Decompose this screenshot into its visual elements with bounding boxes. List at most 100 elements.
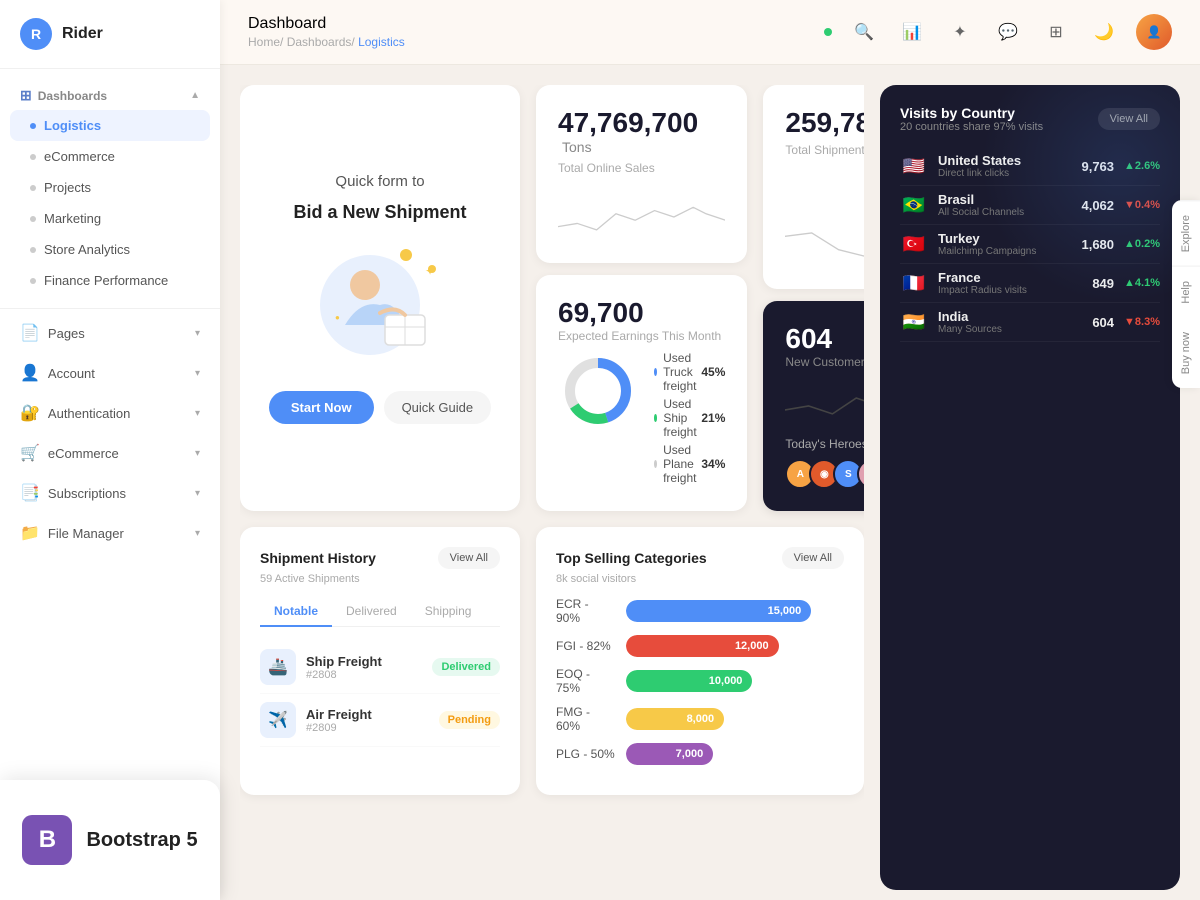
country-row: 🇺🇸 United States Direct link clicks 9,76…: [900, 147, 1160, 186]
chevron-up-icon: ▲: [190, 90, 200, 101]
earnings-label: Expected Earnings This Month: [558, 329, 725, 343]
side-tabs: Explore Help Buy now: [1172, 200, 1200, 388]
visits-title: Visits by Country: [900, 105, 1043, 121]
bar-fill: 12,000: [626, 635, 779, 657]
country-source: Impact Radius visits: [938, 285, 1027, 296]
sidebar-item-marketing[interactable]: Marketing: [0, 203, 220, 234]
shipment-tabs: Notable Delivered Shipping: [260, 597, 500, 627]
sidebar-logo[interactable]: R Rider: [0, 0, 220, 69]
illustration-svg: ✦ ●: [310, 245, 450, 365]
country-source: All Social Channels: [938, 207, 1024, 218]
bar-value: 10,000: [709, 675, 743, 687]
content-area: Quick form to Bid a New Shipment: [220, 65, 1200, 900]
sidebar-item-logistics[interactable]: Logistics: [10, 110, 210, 141]
grid-icon[interactable]: ⊞: [1040, 16, 1072, 48]
ship-dot: [654, 414, 657, 422]
shipment-item-name: Ship Freight: [306, 654, 382, 669]
breadcrumb: Home/ Dashboards/ Logistics: [248, 35, 405, 49]
bar-fill: 8,000: [626, 708, 724, 730]
country-flag: 🇺🇸: [900, 156, 928, 176]
chat-icon[interactable]: 💬: [992, 16, 1024, 48]
sidebar-item-pages[interactable]: 📄 Pages ▾: [0, 313, 220, 353]
earnings-content: Used Truck freight 45% Used Ship freight: [558, 351, 725, 489]
help-tab[interactable]: Help: [1172, 266, 1200, 318]
country-flag: 🇫🇷: [900, 273, 928, 293]
buy-now-tab[interactable]: Buy now: [1172, 318, 1200, 388]
country-visits: 1,680: [1081, 237, 1114, 252]
sidebar-item-account[interactable]: 👤 Account ▾: [0, 353, 220, 393]
sidebar-item-store-analytics[interactable]: Store Analytics: [0, 234, 220, 265]
active-dot-icon: [30, 123, 36, 129]
dot-icon: [30, 154, 36, 160]
search-icon[interactable]: 🔍: [848, 16, 880, 48]
categories-header: Top Selling Categories View All: [556, 547, 844, 569]
tab-delivered[interactable]: Delivered: [332, 597, 411, 627]
dark-mode-icon[interactable]: 🌙: [1088, 16, 1120, 48]
header: Dashboard Home/ Dashboards/ Logistics 🔍 …: [220, 0, 1200, 65]
sidebar-item-ecommerce-nav[interactable]: 🛒 eCommerce ▾: [0, 433, 220, 473]
sidebar-item-projects[interactable]: Projects: [0, 172, 220, 203]
quick-form-buttons: Start Now Quick Guide: [269, 391, 491, 424]
bar-track: 12,000: [626, 635, 844, 657]
explore-tab[interactable]: Explore: [1172, 200, 1200, 266]
dashboards-group[interactable]: ⊞ Dashboards ▲: [0, 77, 220, 110]
chevron-icon: ▾: [195, 368, 200, 379]
sidebar-item-ecommerce[interactable]: eCommerce: [0, 141, 220, 172]
page-title: Dashboard: [248, 15, 405, 33]
bar-track: 7,000: [626, 743, 844, 765]
bar-fill: 7,000: [626, 743, 713, 765]
shipment-status-1: Delivered: [432, 658, 500, 676]
sidebar-item-authentication[interactable]: 🔐 Authentication ▾: [0, 393, 220, 433]
bar-fill: 10,000: [626, 670, 752, 692]
shipment-view-all-button[interactable]: View All: [438, 547, 500, 569]
content-left: Quick form to Bid a New Shipment: [240, 85, 864, 890]
settings-icon[interactable]: ✦: [944, 16, 976, 48]
country-row: 🇹🇷 Turkey Mailchimp Campaigns 1,680 ▲0.2…: [900, 225, 1160, 264]
shipment-header: Shipment History View All: [260, 547, 500, 569]
categories-view-all-button[interactable]: View All: [782, 547, 844, 569]
bar-value: 15,000: [768, 605, 802, 617]
bar-label: EOQ - 75%: [556, 667, 616, 695]
bar-value: 8,000: [687, 713, 715, 725]
country-change: ▼0.4%: [1124, 199, 1160, 211]
shipments-label: Total Shipments: [785, 143, 864, 157]
dot-icon: [30, 216, 36, 222]
categories-subtitle: 8k social visitors: [556, 573, 844, 585]
country-info: France Impact Radius visits: [938, 270, 1027, 296]
visits-header: Visits by Country 20 countries share 97%…: [900, 105, 1160, 133]
country-visits: 604: [1092, 315, 1114, 330]
countries-list: 🇺🇸 United States Direct link clicks 9,76…: [900, 147, 1160, 342]
user-avatar[interactable]: 👤: [1136, 14, 1172, 50]
app-name: Rider: [62, 25, 103, 43]
country-name: United States: [938, 153, 1021, 168]
shipment-item-info: Ship Freight #2808: [306, 654, 382, 681]
shipments-sparkline: [785, 213, 864, 273]
bar-label: ECR - 90%: [556, 597, 616, 625]
tab-notable[interactable]: Notable: [260, 597, 332, 627]
sidebar-item-finance-performance[interactable]: Finance Performance: [0, 265, 220, 296]
svg-text:●: ●: [335, 313, 340, 322]
country-row: 🇮🇳 India Many Sources 604 ▼8.3%: [900, 303, 1160, 342]
tab-shipping[interactable]: Shipping: [411, 597, 486, 627]
country-name: Brasil: [938, 192, 1024, 207]
shipment-item-1: 🚢 Ship Freight #2808 Delivered: [260, 641, 500, 694]
sidebar-item-subscriptions[interactable]: 📑 Subscriptions ▾: [0, 473, 220, 513]
bar-chart-icon[interactable]: 📊: [896, 16, 928, 48]
start-now-button[interactable]: Start Now: [269, 391, 374, 424]
header-left: Dashboard Home/ Dashboards/ Logistics: [248, 15, 405, 49]
sidebar-item-file-manager[interactable]: 📁 File Manager ▾: [0, 513, 220, 553]
center-stats: 47,769,700 Tons Total Online Sales 69,70…: [536, 85, 747, 511]
quick-guide-button[interactable]: Quick Guide: [384, 391, 492, 424]
bar-item: PLG - 50% 7,000: [556, 743, 844, 765]
country-source: Direct link clicks: [938, 168, 1021, 179]
dot-icon: [30, 278, 36, 284]
quick-form-subtitle: Bid a New Shipment: [293, 202, 466, 223]
shipment-item-id-2: #2809: [306, 722, 372, 734]
country-name: Turkey: [938, 231, 1036, 246]
quick-form-title: Quick form to: [335, 173, 424, 190]
quick-form-card: Quick form to Bid a New Shipment: [240, 85, 520, 511]
visits-view-all-button[interactable]: View All: [1098, 108, 1160, 130]
country-visits: 849: [1092, 276, 1114, 291]
dashboard-icon: ⊞: [20, 87, 32, 104]
new-customers-value: 604: [785, 323, 864, 355]
